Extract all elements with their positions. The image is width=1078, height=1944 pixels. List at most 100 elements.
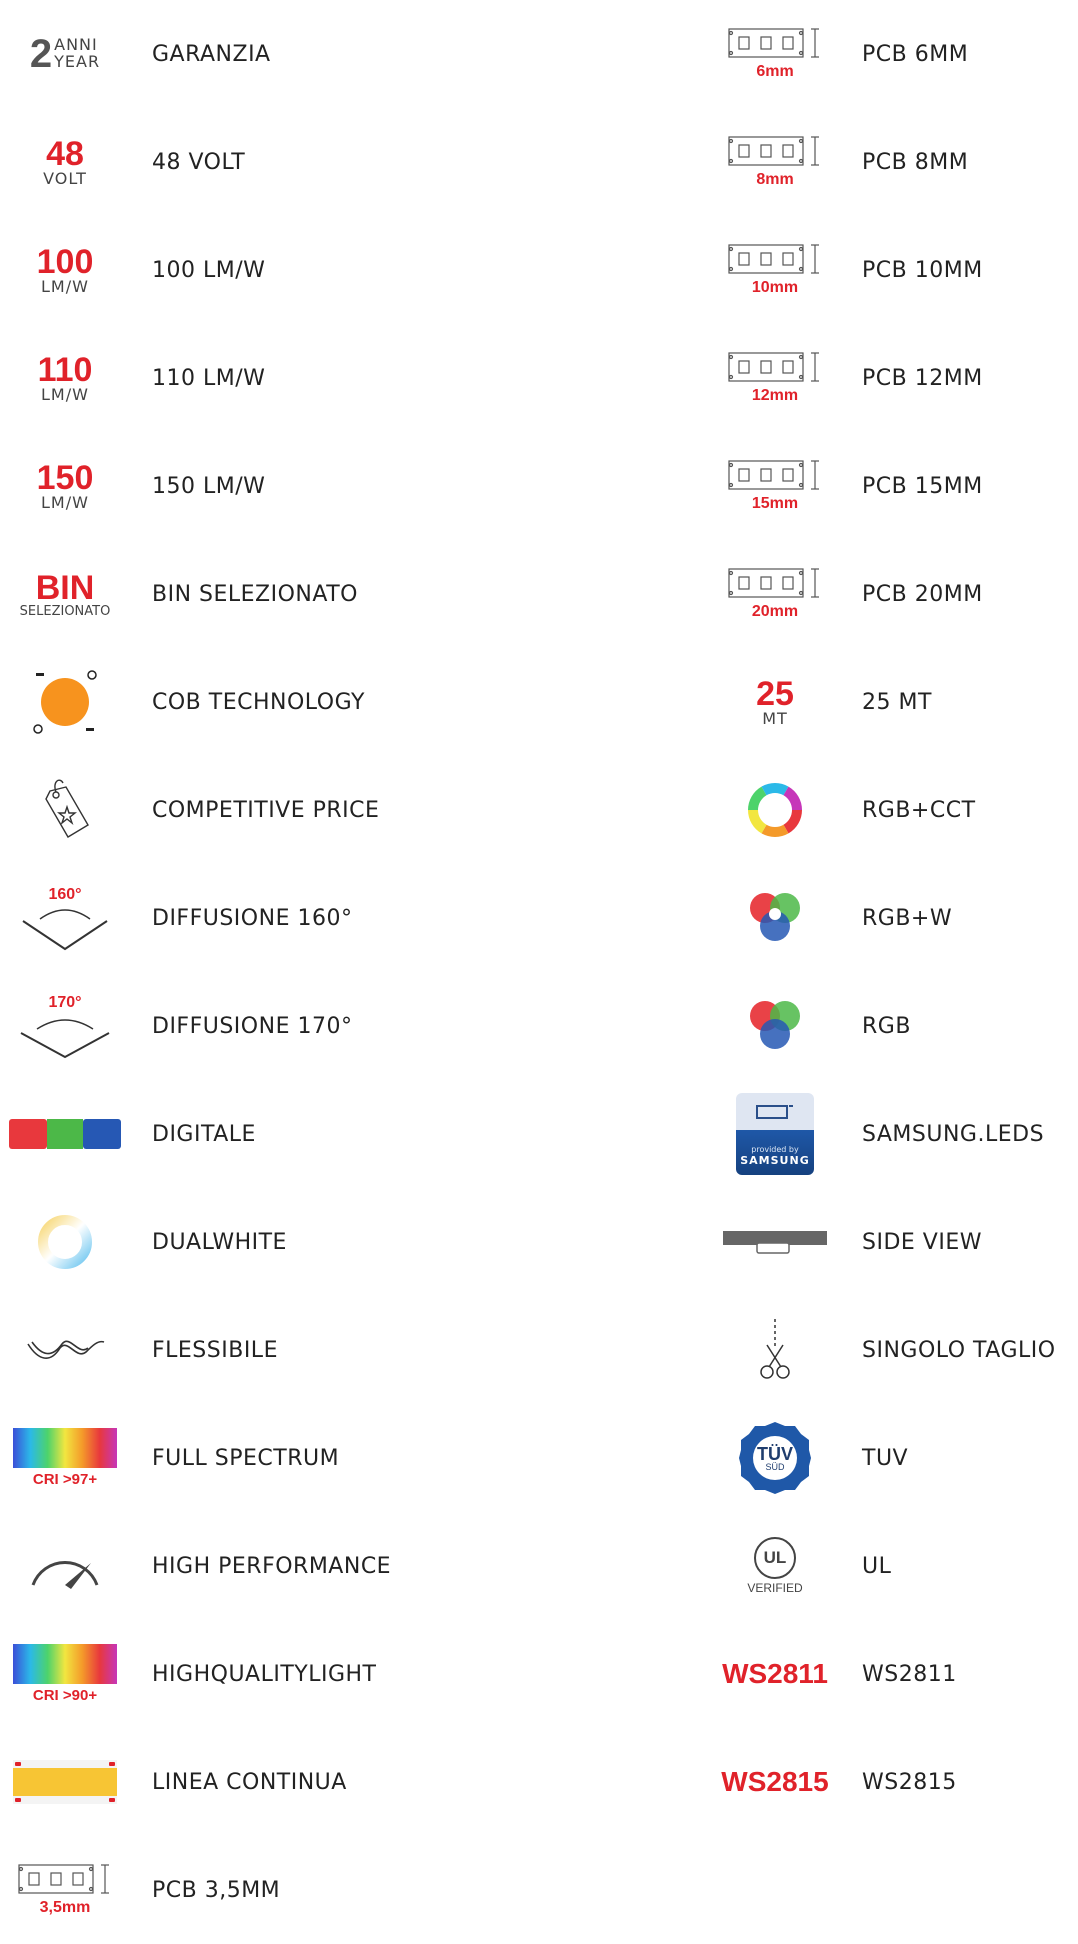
ws-chip-text: WS2815: [721, 1766, 829, 1797]
feature-item: HIGH PERFORMANCE: [0, 1512, 600, 1620]
rgb-circles-icon: [700, 972, 850, 1080]
digital-rgb-bar-icon: [0, 1080, 130, 1188]
feature-label: DIGITALE: [152, 1121, 256, 1147]
feature-label: LINEA CONTINUA: [152, 1769, 347, 1795]
beam-angle-text: 160°: [48, 886, 81, 903]
icon-value: 48: [46, 135, 84, 173]
full-spectrum-icon: CRI >97+: [0, 1404, 130, 1512]
scissors-cut-icon: [700, 1296, 850, 1404]
efficacy-100-icon: 100 LM/W: [0, 216, 130, 324]
feature-label: 48 VOLT: [152, 149, 246, 175]
features-left-column: 2 ANNI YEAR GARANZIA 48 VOLT 48 VOLT 100…: [0, 0, 600, 1944]
feature-item: 6mm PCB 6MM: [700, 0, 1078, 108]
pcb-width-label: 12mm: [751, 387, 799, 404]
feature-label: HIGHQUALITYLIGHT: [152, 1661, 377, 1687]
feature-item: 3,5mm PCB 3,5MM: [0, 1836, 600, 1944]
feature-item: 15mm PCB 15MM: [700, 432, 1078, 540]
icon-unit: LM/W: [41, 385, 89, 404]
feature-label: FULL SPECTRUM: [152, 1445, 340, 1471]
feature-label: 150 LM/W: [152, 473, 266, 499]
ws-chip-text: WS2811: [722, 1658, 828, 1689]
beam-angle-160-icon: 160°: [0, 864, 130, 972]
feature-label: FLESSIBILE: [152, 1337, 278, 1363]
feature-item: RGB+W: [700, 864, 1078, 972]
icon-unit: SELEZIONATO: [19, 603, 111, 619]
speedometer-icon: [0, 1512, 130, 1620]
feature-item: 110 LM/W 110 LM/W: [0, 324, 600, 432]
feature-label: GARANZIA: [152, 41, 271, 67]
feature-label: SAMSUNG.LEDS: [862, 1121, 1045, 1147]
feature-label: WS2815: [862, 1769, 957, 1795]
pcb-width-label: 10mm: [751, 279, 799, 296]
feature-label: PCB 15MM: [862, 473, 983, 499]
feature-item: COB TECHNOLOGY: [0, 648, 600, 756]
feature-item: CRI >97+ FULL SPECTRUM: [0, 1404, 600, 1512]
cri-label: CRI >97+: [32, 1471, 98, 1488]
pcb-strip-icon: 20mm: [700, 540, 850, 648]
warranty-bottom: YEAR: [54, 52, 101, 71]
feature-item: RGB+CCT: [700, 756, 1078, 864]
icon-value: 110: [37, 351, 93, 389]
feature-label: PCB 10MM: [862, 257, 983, 283]
ul-verified-icon: UL VERIFIED: [700, 1512, 850, 1620]
icon-unit: LM/W: [41, 277, 89, 296]
feature-item: 20mm PCB 20MM: [700, 540, 1078, 648]
feature-item: TÜV SÜD TUV: [700, 1404, 1078, 1512]
feature-label: COB TECHNOLOGY: [152, 689, 365, 715]
voltage-48-icon: 48 VOLT: [0, 108, 130, 216]
pcb-strip-icon: 3,5mm: [0, 1836, 130, 1944]
warranty-number: 2: [29, 31, 53, 76]
feature-label: 100 LM/W: [152, 257, 266, 283]
feature-item: provided by SAMSUNG SAMSUNG.LEDS: [700, 1080, 1078, 1188]
feature-item: SINGOLO TAGLIO: [700, 1296, 1078, 1404]
samsung-brand: SAMSUNG: [740, 1154, 810, 1167]
icon-value: 25: [756, 675, 794, 713]
icon-value: 100: [36, 243, 94, 281]
feature-label: HIGH PERFORMANCE: [152, 1553, 392, 1579]
beam-angle-170-icon: 170°: [0, 972, 130, 1080]
pcb-strip-icon: 6mm: [700, 0, 850, 108]
feature-item: 100 LM/W 100 LM/W: [0, 216, 600, 324]
rgb-cct-ring-icon: [700, 756, 850, 864]
icon-unit: LM/W: [41, 493, 89, 512]
cri-label: CRI >90+: [32, 1687, 98, 1704]
feature-item: COMPETITIVE PRICE: [0, 756, 600, 864]
efficacy-110-icon: 110 LM/W: [0, 324, 130, 432]
icon-value: BIN: [35, 568, 95, 607]
icon-unit: VOLT: [43, 169, 87, 188]
feature-label: DUALWHITE: [152, 1229, 287, 1255]
feature-item: SIDE VIEW: [700, 1188, 1078, 1296]
feature-item: FLESSIBILE: [0, 1296, 600, 1404]
pcb-width-label: 6mm: [756, 63, 794, 80]
feature-item: 2 ANNI YEAR GARANZIA: [0, 0, 600, 108]
icon-unit: MT: [762, 709, 788, 728]
feature-label: PCB 8MM: [862, 149, 969, 175]
feature-label: TUV: [862, 1445, 909, 1471]
pcb-strip-icon: 8mm: [700, 108, 850, 216]
warranty-2-years-icon: 2 ANNI YEAR: [0, 0, 130, 108]
feature-label: COMPETITIVE PRICE: [152, 797, 380, 823]
feature-label: WS2811: [862, 1661, 957, 1687]
continuous-line-icon: [0, 1728, 130, 1836]
feature-item: LINEA CONTINUA: [0, 1728, 600, 1836]
feature-label: 25 MT: [862, 689, 932, 715]
ul-verified-text: VERIFIED: [747, 1581, 803, 1595]
pcb-width-label: 8mm: [756, 171, 794, 188]
feature-item: 25 MT 25 MT: [700, 648, 1078, 756]
pcb-width-label: 20mm: [751, 603, 799, 620]
feature-label: RGB: [862, 1013, 911, 1039]
feature-label: 110 LM/W: [152, 365, 266, 391]
samsung-leds-badge-icon: provided by SAMSUNG: [700, 1080, 850, 1188]
high-quality-light-icon: CRI >90+: [0, 1620, 130, 1728]
feature-item: RGB: [700, 972, 1078, 1080]
feature-label: RGB+CCT: [862, 797, 976, 823]
pcb-strip-icon: 15mm: [700, 432, 850, 540]
feature-label: DIFFUSIONE 170°: [152, 1013, 353, 1039]
feature-label: SIDE VIEW: [862, 1229, 982, 1255]
icon-value: 150: [36, 459, 94, 497]
feature-label: PCB 6MM: [862, 41, 969, 67]
feature-label: SINGOLO TAGLIO: [862, 1337, 1056, 1363]
ws2815-text-icon: WS2815: [700, 1728, 850, 1836]
side-view-icon: [700, 1188, 850, 1296]
pcb-width-label: 3,5mm: [39, 1899, 91, 1916]
